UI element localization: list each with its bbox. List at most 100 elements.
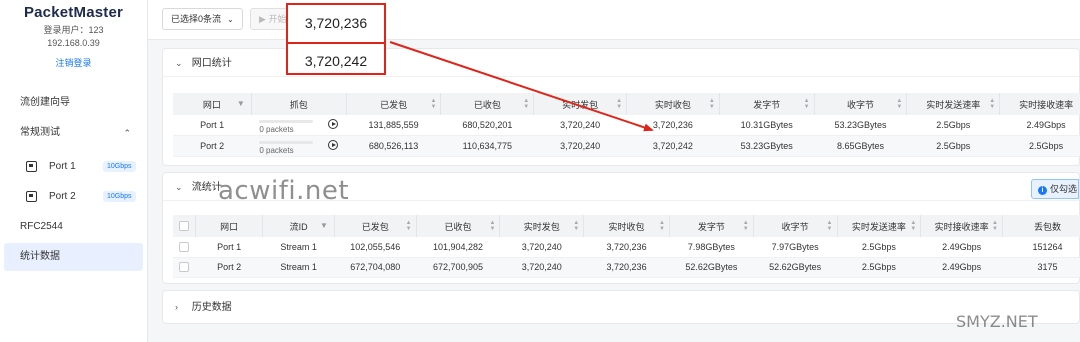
sort-icon[interactable]: ▲ ▼ [709,98,715,110]
col-header-loss: 丢包数 [1002,215,1080,237]
cell-loss: 151264 [1002,237,1080,258]
cell-rt-sent: 3,720,240 [533,135,627,157]
sort-icon[interactable]: ▲ ▼ [573,220,579,232]
col-header-recv[interactable]: 已收包 ▲ ▼ [416,215,501,237]
cell-tx-bytes: 10.31GBytes [719,115,815,136]
sort-icon[interactable]: ▲ ▼ [523,98,529,110]
sort-icon[interactable]: ▲ ▼ [659,220,665,232]
cell-rt-recv: 3,720,242 [626,135,720,157]
col-header-rt-sent[interactable]: 实时发包 ▲ ▼ [533,93,628,115]
filter-icon[interactable]: ▼ [320,221,328,230]
flow-select-dropdown[interactable]: 已选择0条流 ⌄ [162,8,243,30]
col-header-rx-bytes[interactable]: 收字节 ▲ ▼ [814,93,908,115]
watermark-corner: SMYZ.NET [956,312,1038,331]
only-checked-button[interactable]: i 仅勾选 [1031,179,1079,199]
cell-tx-rate: 2.5Gbps [906,135,1000,157]
play-circle-icon[interactable] [328,119,339,129]
port-stats-title: 网口统计 [191,58,232,69]
cell-sent: 680,526,113 [346,135,441,157]
cell-tx-bytes: 52.62GBytes [669,257,754,278]
history-header[interactable]: › 历史数据 [163,291,1079,323]
history-title: 历史数据 [191,302,232,313]
col-header-recv[interactable]: 已收包 ▲ ▼ [440,93,535,115]
start-label: 开始 [268,14,287,24]
sort-icon[interactable]: ▲ ▼ [406,220,412,232]
col-header-label: 实时发包 [562,99,599,110]
sort-icon[interactable]: ▲ ▼ [827,220,833,232]
cell-port: Port 1 [195,237,263,258]
sort-icon[interactable]: ▲ ▼ [896,98,902,110]
cell-port: Port 1 [173,115,252,136]
col-header-label: 实时发送速率 [926,99,981,110]
checkbox[interactable] [178,221,189,232]
cell-flow-id: Stream 1 [262,237,335,258]
cell-recv: 110,634,775 [440,135,534,157]
col-header-label: 已发包 [380,99,408,110]
cell-tx-rate: 2.5Gbps [906,115,1000,136]
col-header-sent[interactable]: 已发包 ▲ ▼ [334,215,417,237]
sort-icon[interactable]: ▲ ▼ [989,98,995,110]
col-header-tx-bytes[interactable]: 发字节 ▲ ▼ [719,93,815,115]
col-header-rx-rate[interactable]: 实时接收速率▲▼ [920,215,1003,237]
sort-icon[interactable]: ▲ ▼ [431,98,437,110]
table-row[interactable]: Port 2 0 packets 680,526,113 110,634,775… [173,135,1080,157]
col-header-label: 实时发包 [523,221,560,232]
table-row[interactable]: Port 1 0 packets 131,885,559 680,520,201… [173,115,1080,136]
col-header-rt-sent[interactable]: 实时发包 ▲ ▼ [499,215,585,237]
select-all-checkbox[interactable] [173,215,196,237]
cell-rt-sent: 3,720,240 [533,115,627,136]
table-row[interactable]: Port 2 Stream 1 672,704,080 672,700,905 … [173,257,1080,278]
sidebar-item-port-2[interactable]: Port 2 10Gbps [0,181,147,211]
chevron-down-icon: ⌄ [227,15,234,24]
sidebar-item-wizard[interactable]: 流创建向导 [0,89,147,117]
sort-icon[interactable]: ▲ ▼ [992,220,998,232]
col-header-label: 实时收包 [608,221,645,232]
col-header-label: 发字节 [753,99,781,110]
checkbox[interactable] [179,242,190,253]
cell-sent: 131,885,559 [346,115,441,136]
play-icon: ▶ [259,14,266,24]
cell-rt-sent: 3,720,240 [499,257,584,278]
only-checked-label: 仅勾选 [1050,184,1078,194]
sort-icon[interactable]: ▲ ▼ [616,98,622,110]
play-circle-icon[interactable] [328,140,339,150]
sort-icon[interactable]: ▲ ▼ [910,220,916,232]
sort-icon[interactable]: ▲ ▼ [489,220,495,232]
col-header-tx-rate[interactable]: 实时发送速率 ▲ ▼ [837,215,922,237]
sidebar-item-routine[interactable]: 常规测试 ⌃ [0,119,147,147]
col-header-rt-recv[interactable]: 实时收包 ▲ ▼ [583,215,670,237]
cell-flow-id: Stream 1 [262,257,335,278]
callout-divider [288,42,384,44]
sort-icon[interactable]: ▲ ▼ [743,220,749,232]
col-header-rx-bytes[interactable]: 收字节 ▲ ▼ [753,215,838,237]
cell-rx-bytes: 53.23GBytes [814,115,907,136]
col-header-rt-recv[interactable]: 实时收包 ▲ ▼ [626,93,720,115]
col-header-sent[interactable]: 已发包 ▲ ▼ [346,93,442,115]
col-header-rx-rate[interactable]: 实时接收速率▲▼ [999,93,1080,115]
logout-link[interactable]: 注销登录 [55,56,91,69]
row-checkbox-cell[interactable] [173,237,196,258]
brand-block: PacketMaster 登录用户：123 192.168.0.39 注销登录 [0,0,147,69]
highlight-callout: 3,720,236 3,720,242 [286,3,386,75]
sidebar-item-port-1[interactable]: Port 1 10Gbps [0,151,147,181]
cell-rt-recv: 3,720,236 [583,237,670,258]
filter-icon[interactable]: ▼ [237,99,245,108]
table-header-row: 网口 ▼ 抓包 已发包 ▲ ▼ 已收包 ▲ ▼ 实时发包 ▲ ▼ 实时收包 ▲ ▼ 发字节 ▲ ▼ 收… [173,93,1080,115]
chevron-right-icon: › [175,302,178,312]
col-header-tx-bytes[interactable]: 发字节 ▲ ▼ [669,215,754,237]
checkbox[interactable] [179,262,190,273]
sort-icon[interactable]: ▲ ▼ [804,98,810,110]
cell-rt-sent: 3,720,240 [499,237,584,258]
history-panel: › 历史数据 [162,290,1080,324]
flow-select-label: 已选择0条流 [171,14,222,24]
cell-tx-bytes: 7.98GBytes [669,237,754,258]
col-header-label: 发字节 [697,221,725,232]
sidebar-item-rfc2544[interactable]: RFC2544 [0,213,147,241]
row-checkbox-cell[interactable] [173,257,196,278]
sidebar-item-stats[interactable]: 统计数据 [4,243,143,271]
col-header-flow-id[interactable]: 流ID ▼ [262,215,335,237]
col-header-tx-rate[interactable]: 实时发送速率 ▲ ▼ [906,93,1001,115]
capture-progress-bar [259,120,314,123]
col-header-port[interactable]: 网口 ▼ [173,93,252,115]
table-row[interactable]: Port 1 Stream 1 102,055,546 101,904,282 … [173,237,1080,258]
